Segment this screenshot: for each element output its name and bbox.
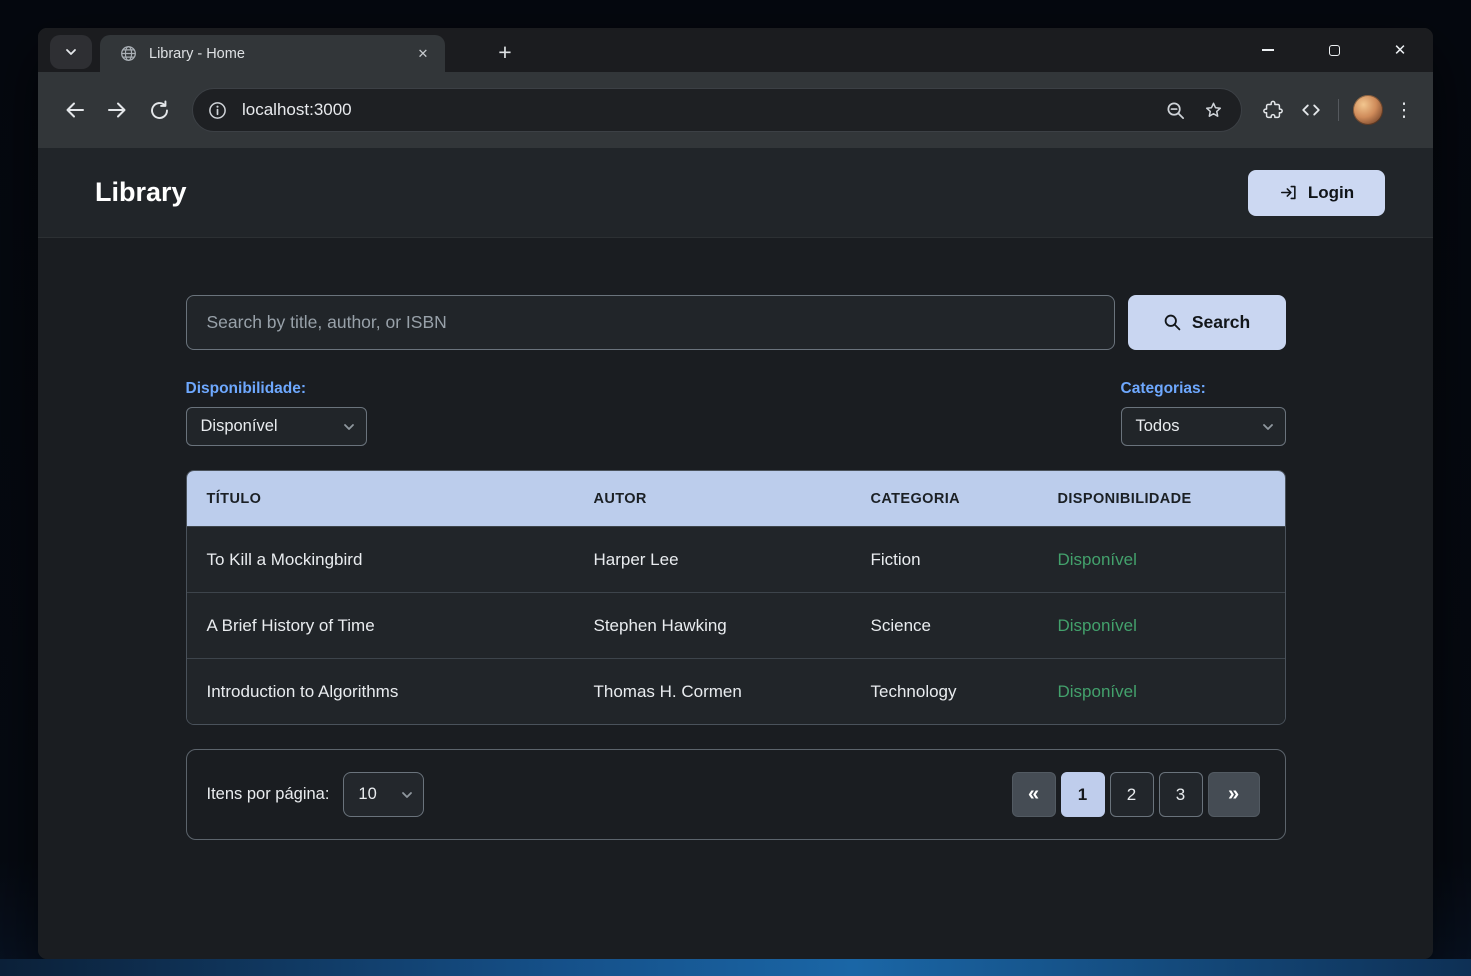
cell-category: Science [851,616,1038,636]
availability-select[interactable]: Disponível [186,407,367,446]
chevron-down-icon [400,788,414,802]
url-text: localhost:3000 [242,100,1151,120]
table-row: Introduction to Algorithms Thomas H. Cor… [187,658,1285,724]
cell-category: Fiction [851,550,1038,570]
tab-close-icon[interactable]: ✕ [413,44,433,64]
back-arrow-icon [63,98,87,122]
cell-title: To Kill a Mockingbird [187,550,574,570]
books-table: TÍTULO AUTOR CATEGORIA DISPONIBILIDADE T… [186,470,1286,725]
window-minimize-button[interactable] [1235,28,1301,72]
column-header-categoria: CATEGORIA [851,491,1038,507]
login-label: Login [1308,183,1354,203]
tab-search-button[interactable] [50,35,92,69]
close-icon: ✕ [1394,41,1407,59]
column-header-disponibilidade: DISPONIBILIDADE [1038,491,1285,507]
category-select-value: Todos [1136,417,1180,436]
cell-title: Introduction to Algorithms [187,682,574,702]
page-title: Library [95,177,187,208]
cell-availability: Disponível [1038,550,1285,570]
page-body: Search Disponibilidade: Disponível [38,238,1433,959]
bookmark-star-icon[interactable] [1199,96,1227,124]
login-button[interactable]: Login [1248,170,1385,216]
profile-avatar[interactable] [1353,95,1383,125]
availability-filter: Disponibilidade: Disponível [186,380,367,446]
site-header: Library Login [38,148,1433,238]
zoom-icon[interactable] [1161,96,1189,124]
search-button[interactable]: Search [1128,295,1286,350]
page-button-2[interactable]: 2 [1110,772,1154,817]
items-per-page-value: 10 [358,785,376,804]
desktop-taskbar-glow [0,959,1471,976]
browser-menu-icon[interactable]: ⋮ [1389,91,1419,129]
chevron-down-icon [342,420,356,434]
chevron-down-icon [64,45,78,59]
category-select[interactable]: Todos [1121,407,1286,446]
minimize-icon [1262,49,1274,51]
page-button-3[interactable]: 3 [1159,772,1203,817]
cell-availability: Disponível [1038,682,1285,702]
reload-button[interactable] [138,89,180,131]
page-buttons: « 1 2 3 » [1012,772,1260,817]
back-button[interactable] [54,89,96,131]
table-header-row: TÍTULO AUTOR CATEGORIA DISPONIBILIDADE [187,471,1285,526]
availability-select-value: Disponível [201,417,278,436]
cell-title: A Brief History of Time [187,616,574,636]
chevron-down-icon [1261,420,1275,434]
search-button-label: Search [1192,312,1250,333]
tab-title: Library - Home [149,46,401,62]
pagination-bar: Itens por página: 10 « 1 2 [186,749,1286,840]
window-maximize-button[interactable] [1301,28,1367,72]
web-page: Library Login [38,148,1433,959]
cell-author: Thomas H. Cormen [574,682,851,702]
globe-favicon-icon [120,45,137,62]
category-filter: Categorias: Todos [1121,380,1286,446]
window-close-button[interactable]: ✕ [1367,28,1433,72]
search-input[interactable] [186,295,1115,350]
forward-button[interactable] [96,89,138,131]
tab-strip: Library - Home ✕ + ✕ [38,28,1433,72]
column-header-autor: AUTOR [574,491,851,507]
login-arrow-icon [1279,183,1298,202]
category-label: Categorias: [1121,380,1286,398]
page-button-1[interactable]: 1 [1061,772,1105,817]
items-per-page: Itens por página: 10 [207,772,425,817]
last-page-button[interactable]: » [1208,772,1260,817]
cell-author: Harper Lee [574,550,851,570]
extensions-puzzle-icon[interactable] [1254,91,1292,129]
toolbar-separator [1338,99,1339,121]
site-info-icon[interactable] [202,95,232,125]
tab-library-home[interactable]: Library - Home ✕ [100,35,445,72]
items-per-page-select[interactable]: 10 [343,772,424,817]
items-per-page-label: Itens por página: [207,785,330,804]
reload-icon [148,99,171,122]
maximize-icon [1329,45,1340,56]
new-tab-button[interactable]: + [490,37,520,67]
cell-category: Technology [851,682,1038,702]
forward-arrow-icon [105,98,129,122]
address-bar[interactable]: localhost:3000 [192,88,1242,132]
table-row: A Brief History of Time Stephen Hawking … [187,592,1285,658]
availability-label: Disponibilidade: [186,380,367,398]
table-row: To Kill a Mockingbird Harper Lee Fiction… [187,526,1285,592]
filters-row: Disponibilidade: Disponível Categorias: [186,380,1286,446]
window-controls: ✕ [1235,28,1433,72]
code-brackets-icon[interactable] [1292,91,1330,129]
first-page-button[interactable]: « [1012,772,1056,817]
search-icon [1163,313,1182,332]
cell-availability: Disponível [1038,616,1285,636]
column-header-titulo: TÍTULO [187,491,574,507]
content-container: Search Disponibilidade: Disponível [186,238,1286,840]
cell-author: Stephen Hawking [574,616,851,636]
search-row: Search [186,295,1286,350]
browser-toolbar: localhost:3000 [38,72,1433,148]
browser-window: Library - Home ✕ + ✕ [38,28,1433,959]
